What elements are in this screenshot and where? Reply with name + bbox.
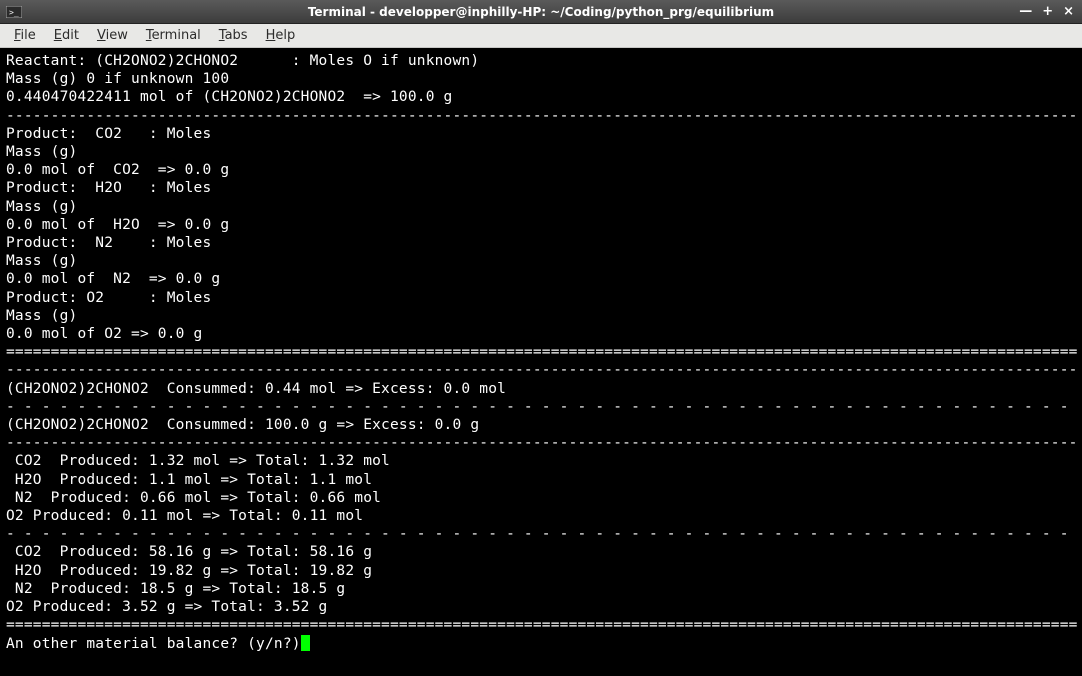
terminal-line: O2 Produced: 3.52 g => Total: 3.52 g bbox=[6, 599, 327, 615]
terminal-line: (CH2ONO2)2CHONO2 Consummed: 0.44 mol => … bbox=[6, 381, 506, 397]
terminal-line: ----------------------------------------… bbox=[6, 362, 1078, 378]
terminal-line: H2O Produced: 19.82 g => Total: 19.82 g bbox=[6, 563, 372, 579]
terminal-line: 0.440470422411 mol of (CH2ONO2)2CHONO2 =… bbox=[6, 89, 453, 105]
terminal-line: N2 Produced: 18.5 g => Total: 18.5 g bbox=[6, 581, 345, 597]
terminal-line: ========================================… bbox=[6, 344, 1078, 360]
terminal-line: 0.0 mol of O2 => 0.0 g bbox=[6, 326, 202, 342]
terminal-line: 0.0 mol of H2O => 0.0 g bbox=[6, 217, 229, 233]
terminal-line: - - - - - - - - - - - - - - - - - - - - … bbox=[6, 399, 1078, 415]
menu-view[interactable]: View bbox=[89, 26, 136, 45]
terminal-viewport[interactable]: Reactant: (CH2ONO2)2CHONO2 : Moles O if … bbox=[0, 48, 1082, 676]
close-button[interactable]: × bbox=[1063, 4, 1074, 19]
terminal-line: ----------------------------------------… bbox=[6, 108, 1078, 124]
terminal-line: ----------------------------------------… bbox=[6, 435, 1078, 451]
maximize-button[interactable]: + bbox=[1042, 4, 1053, 19]
terminal-line: H2O Produced: 1.1 mol => Total: 1.1 mol bbox=[6, 472, 372, 488]
terminal-line: Product: O2 : Moles bbox=[6, 290, 211, 306]
terminal-line: Mass (g) bbox=[6, 253, 77, 269]
terminal-line: 0.0 mol of CO2 => 0.0 g bbox=[6, 162, 229, 178]
terminal-line: CO2 Produced: 1.32 mol => Total: 1.32 mo… bbox=[6, 453, 390, 469]
terminal-icon: >_ bbox=[6, 5, 22, 19]
window-titlebar: >_ Terminal - developper@inphilly-HP: ~/… bbox=[0, 0, 1082, 24]
terminal-line: Mass (g) 0 if unknown 100 bbox=[6, 71, 229, 87]
menubar: File Edit View Terminal Tabs Help bbox=[0, 24, 1082, 48]
terminal-line: Product: H2O : Moles bbox=[6, 180, 211, 196]
terminal-line: Product: N2 : Moles bbox=[6, 235, 211, 251]
menu-edit[interactable]: Edit bbox=[46, 26, 87, 45]
svg-text:>_: >_ bbox=[9, 8, 19, 17]
terminal-line: Mass (g) bbox=[6, 144, 77, 160]
terminal-line: 0.0 mol of N2 => 0.0 g bbox=[6, 271, 220, 287]
terminal-line: Mass (g) bbox=[6, 199, 77, 215]
cursor-icon bbox=[301, 635, 310, 651]
terminal-line: N2 Produced: 0.66 mol => Total: 0.66 mol bbox=[6, 490, 381, 506]
menu-terminal[interactable]: Terminal bbox=[138, 26, 209, 45]
terminal-line: - - - - - - - - - - - - - - - - - - - - … bbox=[6, 526, 1078, 542]
window-title: Terminal - developper@inphilly-HP: ~/Cod… bbox=[0, 5, 1082, 19]
terminal-line: ========================================… bbox=[6, 617, 1078, 633]
terminal-line: CO2 Produced: 58.16 g => Total: 58.16 g bbox=[6, 544, 372, 560]
menu-help[interactable]: Help bbox=[258, 26, 304, 45]
prompt-line: An other material balance? (y/n?) bbox=[6, 636, 301, 652]
terminal-line: Mass (g) bbox=[6, 308, 77, 324]
menu-file[interactable]: File bbox=[6, 26, 44, 45]
terminal-line: O2 Produced: 0.11 mol => Total: 0.11 mol bbox=[6, 508, 363, 524]
terminal-line: Reactant: (CH2ONO2)2CHONO2 : Moles O if … bbox=[6, 53, 479, 69]
minimize-button[interactable]: — bbox=[1019, 4, 1032, 19]
menu-tabs[interactable]: Tabs bbox=[211, 26, 256, 45]
terminal-line: (CH2ONO2)2CHONO2 Consummed: 100.0 g => E… bbox=[6, 417, 479, 433]
window-controls: — + × bbox=[1019, 4, 1082, 19]
terminal-line: Product: CO2 : Moles bbox=[6, 126, 211, 142]
